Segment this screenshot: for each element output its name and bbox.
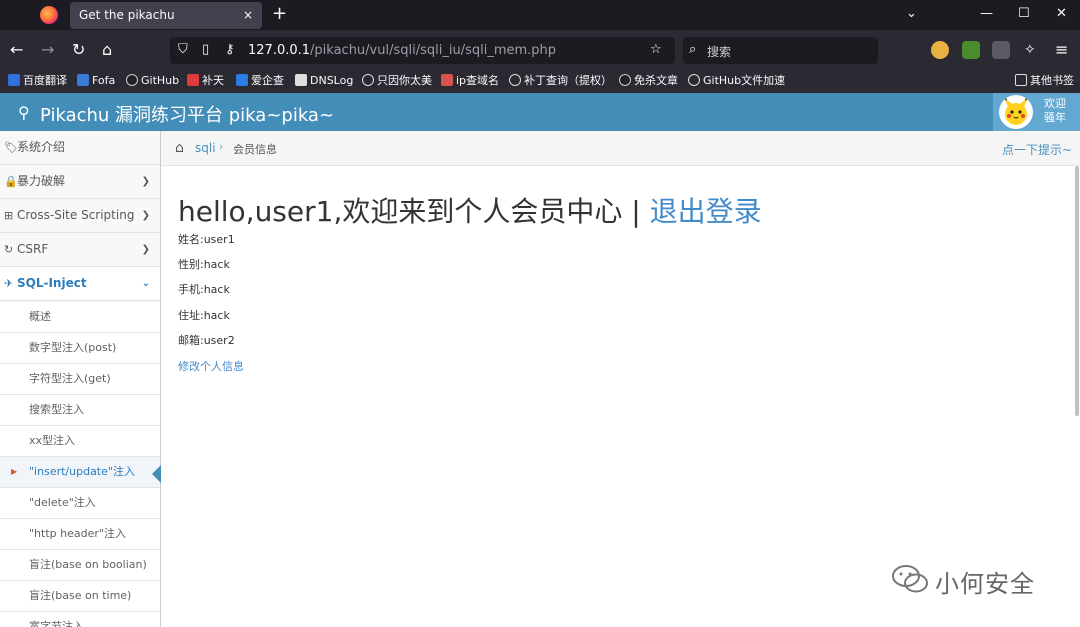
bookmark-item[interactable]: 补丁查询（提权） [509, 73, 612, 89]
burp-extension-icon[interactable] [962, 41, 980, 59]
member-email: 邮箱:user2 [178, 334, 235, 347]
browser-tab-bar: Get the pikachu × + ⌄ — ☐ ✕ [0, 0, 1080, 30]
home-button-icon[interactable]: ⌂ [102, 40, 112, 60]
bookmark-item[interactable]: ip查域名 [441, 73, 499, 89]
submenu-item[interactable]: 字符型注入(get) [0, 364, 160, 395]
page-title: hello,user1,欢迎来到个人会员中心 | 退出登录 [178, 190, 762, 230]
browser-toolbar: ← → ↻ ⌂ ⛉ ▯ ⚷ 127.0.0.1/pikachu/vul/sqli… [0, 30, 1080, 70]
bookmarks-bar: 百度翻译 Fofa GitHub 补天 爱企查 DNSLog 只因你太美 ip查… [0, 70, 1080, 93]
sidebar: 🏷 系统介绍 🔒 暴力破解 ❯ ⊞ Cross-Site Scripting ❯… [0, 131, 161, 627]
maximize-icon[interactable]: ☐ [1018, 6, 1030, 21]
bookmark-item[interactable]: 免杀文章 [619, 73, 678, 89]
url-text[interactable]: 127.0.0.1/pikachu/vul/sqli/sqli_iu/sqli_… [248, 43, 556, 58]
submenu-item[interactable]: 宽字节注入 [0, 612, 160, 627]
bookmark-item[interactable]: 补天 [187, 73, 224, 89]
submenu-item[interactable]: 概述 [0, 302, 160, 333]
breadcrumb: ⌂ sqli › 会员信息 点一下提示~ [161, 131, 1080, 166]
wrench-icon: ⚲ [18, 103, 30, 122]
window-close-icon[interactable]: ✕ [1056, 6, 1067, 21]
back-arrow-icon[interactable]: ← [10, 40, 23, 60]
bookmark-item[interactable]: 爱企查 [236, 73, 284, 89]
sidebar-item-intro[interactable]: 🏷 系统介绍 [0, 131, 160, 165]
page-icon: ▯ [202, 42, 210, 57]
firefox-logo-icon[interactable] [40, 6, 58, 24]
submenu-item[interactable]: 盲注(base on boolian) [0, 550, 160, 581]
tab-list-chevron-icon[interactable]: ⌄ [906, 6, 917, 21]
member-address: 住址:hack [178, 309, 230, 322]
scrollbar[interactable] [1075, 166, 1079, 416]
extension-icon[interactable] [931, 41, 949, 59]
sitemap-icon: ⊞ [4, 209, 14, 222]
submenu-item[interactable]: "delete"注入 [0, 488, 160, 519]
lock-icon: 🔒 [4, 175, 18, 188]
member-gender: 性别:hack [178, 258, 230, 271]
refresh-icon: ↻ [4, 243, 14, 256]
edit-profile-link[interactable]: 修改个人信息 [178, 358, 244, 374]
chevron-down-icon: ❯ [141, 244, 150, 255]
submenu-item-active[interactable]: ▶ "insert/update"注入 [0, 457, 160, 488]
bookmark-item[interactable]: 只因你太美 [362, 73, 432, 89]
bookmark-item[interactable]: Fofa [77, 73, 115, 89]
sidebar-item-csrf[interactable]: ↻ CSRF ❯ [0, 233, 160, 267]
sidebar-item-sqli[interactable]: ✈ SQL-Inject ⌄ [0, 267, 160, 301]
key-icon[interactable]: ⚷ [225, 42, 235, 57]
wechat-logo-icon [892, 565, 928, 593]
user-menu[interactable]: 欢迎 骚年 [993, 93, 1080, 131]
bookmark-star-icon[interactable]: ☆ [650, 42, 662, 57]
breadcrumb-current: 会员信息 [233, 143, 277, 156]
hint-link[interactable]: 点一下提示~ [1002, 141, 1072, 158]
url-host: 127.0.0.1 [248, 43, 311, 58]
active-item-marker [152, 465, 161, 483]
submenu-item[interactable]: 盲注(base on time) [0, 581, 160, 612]
chevron-down-icon: ❯ [141, 176, 150, 187]
caret-right-icon: ▶ [11, 467, 18, 476]
tab-title: Get the pikachu [79, 8, 175, 22]
bookmark-item[interactable]: 百度翻译 [8, 73, 67, 89]
breadcrumb-link[interactable]: sqli [195, 141, 216, 155]
home-icon[interactable]: ⌂ [175, 140, 184, 156]
watermark: 小何安全 [890, 562, 1060, 598]
submenu-item[interactable]: 数字型注入(post) [0, 333, 160, 364]
avatar [999, 95, 1033, 129]
bookmark-item[interactable]: DNSLog [295, 73, 353, 89]
forward-arrow-icon[interactable]: → [41, 40, 54, 60]
other-bookmarks[interactable]: 其他书签 [1015, 73, 1074, 89]
menu-icon[interactable]: ≡ [1055, 40, 1068, 60]
greeting-text: hello,user1,欢迎来到个人会员中心 | [178, 195, 650, 228]
shield-icon[interactable]: ⛉ [178, 42, 188, 57]
watermark-text: 小何安全 [935, 570, 1035, 598]
tag-icon: 🏷 [4, 141, 18, 154]
member-phone: 手机:hack [178, 283, 230, 296]
bookmark-item[interactable]: GitHub文件加速 [688, 73, 785, 89]
url-path: /pikachu/vul/sqli/sqli_iu/sqli_mem.php [310, 43, 557, 58]
member-name: 姓名:user1 [178, 233, 235, 246]
reload-icon[interactable]: ↻ [72, 40, 85, 60]
submenu-item[interactable]: 搜索型注入 [0, 395, 160, 426]
submenu-item[interactable]: "http header"注入 [0, 519, 160, 550]
plane-icon: ✈ [4, 277, 14, 290]
site-header: ⚲ Pikachu 漏洞练习平台 pika~pika~ 欢迎 骚年 [0, 93, 1080, 131]
proxy-extension-icon[interactable] [992, 41, 1010, 59]
submenu-item[interactable]: xx型注入 [0, 426, 160, 457]
breadcrumb-separator-icon: › [219, 140, 224, 153]
chevron-down-icon: ❯ [141, 210, 150, 221]
extensions-puzzle-icon[interactable]: ✧ [1024, 40, 1036, 60]
sidebar-item-bruteforce[interactable]: 🔒 暴力破解 ❯ [0, 165, 160, 199]
new-tab-button[interactable]: + [272, 4, 287, 24]
tab-close-icon[interactable]: × [243, 2, 253, 29]
search-input[interactable]: 搜索 [707, 43, 731, 60]
url-bar[interactable]: ⛉ ▯ ⚷ 127.0.0.1/pikachu/vul/sqli/sqli_iu… [170, 37, 675, 64]
browser-tab[interactable]: Get the pikachu × [70, 2, 262, 29]
minimize-icon[interactable]: — [980, 6, 993, 21]
search-icon: ⌕ [689, 42, 697, 57]
bookmark-item[interactable]: GitHub [126, 73, 179, 89]
welcome-text: 欢迎 骚年 [1044, 97, 1066, 124]
chevron-down-icon: ⌄ [141, 278, 150, 289]
search-bar[interactable]: ⌕ 搜索 [683, 37, 878, 64]
sidebar-item-xss[interactable]: ⊞ Cross-Site Scripting ❯ [0, 199, 160, 233]
site-title[interactable]: Pikachu 漏洞练习平台 pika~pika~ [40, 101, 334, 127]
logout-link[interactable]: 退出登录 [650, 195, 762, 228]
